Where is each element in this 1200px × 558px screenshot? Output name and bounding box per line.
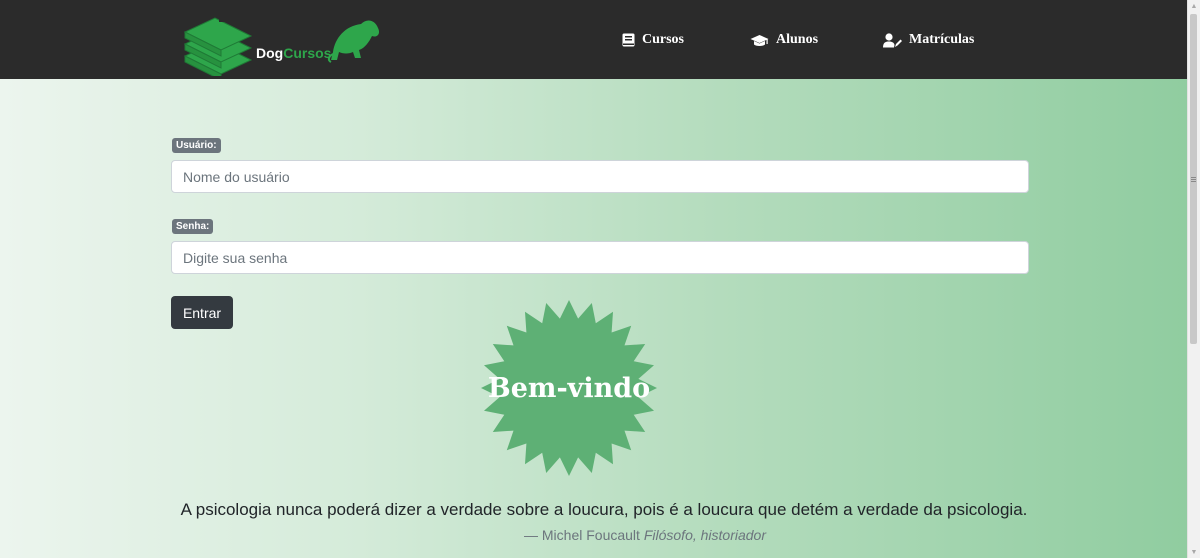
brand-logo[interactable]: DogCursos.	[183, 8, 383, 81]
books-dog-logo-icon	[183, 16, 380, 81]
brand-name-part1: Dog	[256, 45, 284, 61]
scroll-down-arrow-icon[interactable]: ▼	[1188, 546, 1200, 558]
quote-text: A psicologia nunca poderá dizer a verdad…	[180, 500, 1028, 519]
username-label: Usuário:	[172, 138, 221, 153]
nav-item-matriculas[interactable]: Matrículas	[883, 30, 974, 50]
quote-attribution: — Michel Foucault Filósofo, historiador	[0, 527, 1200, 543]
brand-name-part3: .	[331, 45, 336, 61]
nav-item-label: Matrículas	[909, 32, 975, 47]
quote-author: — Michel Foucault	[524, 527, 640, 543]
welcome-text: Bem-vindo	[487, 372, 651, 404]
nav-item-label: Cursos	[642, 32, 685, 47]
quote-source: Filósofo, historiador	[643, 527, 766, 543]
scroll-up-arrow-icon[interactable]: ▲	[1188, 0, 1200, 12]
scrollbar-grip-icon	[1191, 176, 1196, 182]
book-icon	[622, 33, 635, 47]
top-navbar: DogCursos. Cursos Alunos Matrículas	[0, 0, 1188, 81]
nav-item-label: Alunos	[776, 32, 819, 47]
page-scrollbar[interactable]: ▲ ▼	[1187, 0, 1200, 558]
username-input[interactable]	[171, 160, 1029, 193]
nav-item-cursos[interactable]: Cursos	[622, 30, 684, 50]
password-input[interactable]	[171, 241, 1029, 274]
user-edit-icon	[883, 32, 902, 47]
graduation-cap-icon	[750, 34, 769, 46]
password-label: Senha:	[172, 219, 214, 234]
brand-name-part2: Cursos	[283, 45, 332, 61]
brand-name: DogCursos.	[256, 45, 335, 61]
login-button[interactable]: Entrar	[171, 296, 233, 329]
nav-item-alunos[interactable]: Alunos	[750, 30, 818, 50]
